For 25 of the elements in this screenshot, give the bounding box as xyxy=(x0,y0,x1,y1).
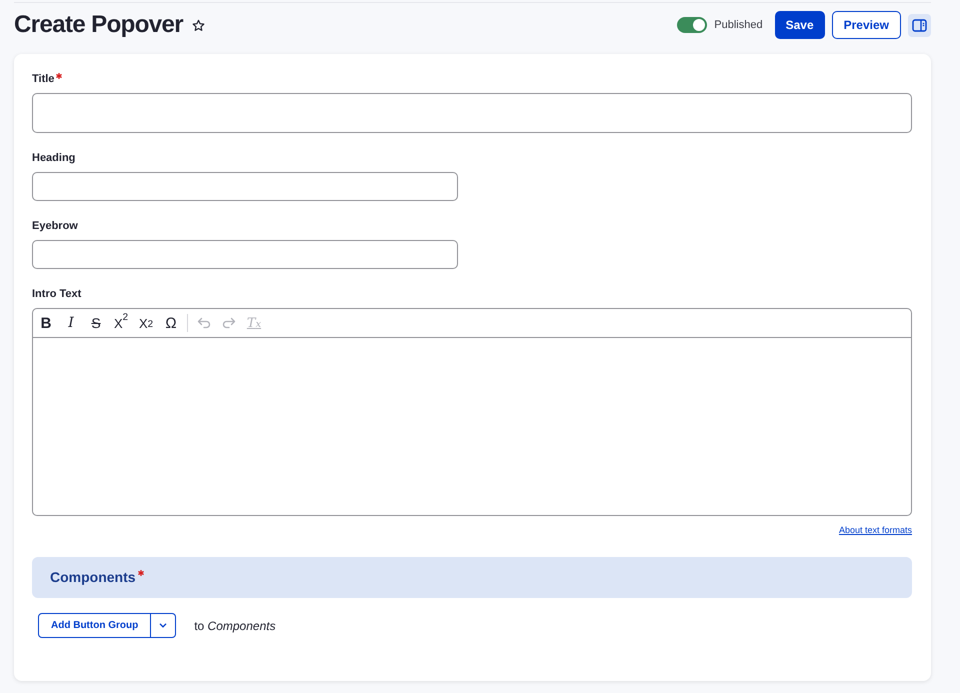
field-label: Title xyxy=(32,72,54,86)
superscript-button[interactable]: X$^{2}$ xyxy=(110,312,132,334)
section-title: Components xyxy=(50,569,136,586)
publish-toggle[interactable] xyxy=(677,17,708,33)
save-button[interactable]: Save xyxy=(774,11,825,39)
field-label: Intro Text xyxy=(32,287,82,301)
chevron-down-icon xyxy=(159,623,168,628)
star-icon[interactable] xyxy=(192,18,205,32)
field-label: Heading xyxy=(32,151,76,165)
bold-button[interactable]: B xyxy=(35,312,57,334)
text-input[interactable] xyxy=(32,172,458,201)
sidebar-toggle-icon[interactable] xyxy=(908,14,931,36)
dropdown-toggle-button[interactable] xyxy=(151,613,176,638)
strikethrough-button[interactable]: S xyxy=(85,312,107,334)
add-target-text: to Components xyxy=(194,618,276,634)
text-formats-link[interactable]: About text formats xyxy=(838,525,912,536)
field-label: Eyebrow xyxy=(32,219,78,233)
status-label: Published xyxy=(714,18,763,33)
preview-button[interactable]: Preview xyxy=(832,11,901,39)
title-input[interactable] xyxy=(32,93,912,133)
page-title: Create Popover xyxy=(14,10,183,40)
special-characters-button[interactable]: Ω xyxy=(160,312,182,334)
text-input[interactable] xyxy=(32,240,458,269)
italic-button[interactable]: I xyxy=(60,312,82,334)
add-button-group-button[interactable]: Add Button Group xyxy=(38,613,152,638)
